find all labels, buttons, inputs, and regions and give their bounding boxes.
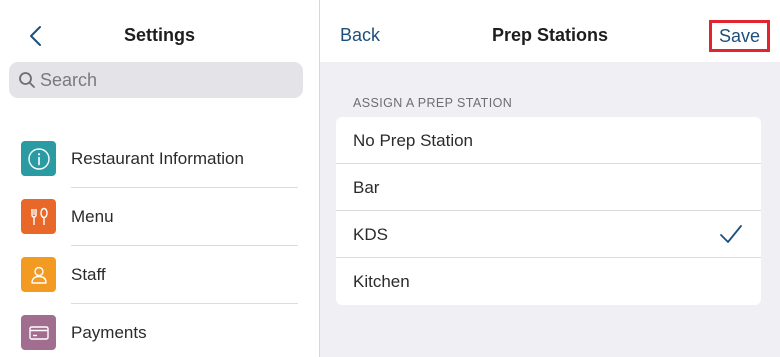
sidebar-item-label: Restaurant Information — [71, 149, 244, 168]
sidebar-item-staff[interactable]: Staff — [0, 246, 319, 304]
person-icon — [21, 257, 56, 292]
prep-stations-header: Back Prep Stations Save — [320, 0, 780, 62]
settings-header: Settings — [0, 0, 319, 62]
option-bar[interactable]: Bar — [336, 164, 761, 211]
search-bar[interactable] — [9, 62, 303, 98]
checkmark-icon — [720, 225, 742, 243]
sidebar-item-label: Staff — [71, 265, 106, 284]
option-kitchen[interactable]: Kitchen — [336, 258, 761, 305]
option-label: Kitchen — [353, 272, 410, 291]
sidebar-item-restaurant-information[interactable]: Restaurant Information — [0, 130, 319, 188]
info-icon — [21, 141, 56, 176]
search-input[interactable] — [40, 62, 290, 98]
sidebar-item-label: Menu — [71, 207, 114, 226]
search-icon — [19, 72, 35, 88]
option-label: Bar — [353, 178, 380, 197]
save-button[interactable]: Save — [709, 20, 770, 52]
sidebar-item-menu[interactable]: Menu — [0, 188, 319, 246]
settings-menu: Restaurant Information Menu Staff Paymen… — [0, 130, 319, 357]
section-header: ASSIGN A PREP STATION — [353, 96, 513, 110]
sidebar-item-label: Payments — [71, 323, 147, 342]
utensils-icon — [21, 199, 56, 234]
prep-station-list: No Prep Station Bar KDS Kitchen — [336, 117, 761, 305]
option-label: KDS — [353, 225, 388, 244]
settings-title: Settings — [123, 25, 195, 45]
option-no-prep-station[interactable]: No Prep Station — [336, 117, 761, 164]
settings-pane: Settings Restaurant Information — [0, 0, 319, 357]
option-label: No Prep Station — [353, 131, 474, 150]
sidebar-item-payments[interactable]: Payments — [0, 304, 319, 357]
prep-stations-pane: Back Prep Stations Save ASSIGN A PREP ST… — [320, 0, 780, 357]
card-icon — [21, 315, 56, 350]
option-kds[interactable]: KDS — [336, 211, 761, 258]
